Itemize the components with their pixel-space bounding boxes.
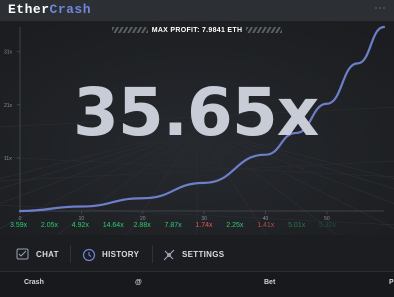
history-item[interactable]: 1.41x (257, 222, 274, 229)
history-item[interactable]: 3.59x (10, 222, 27, 229)
history-item[interactable]: 2.05x (41, 222, 58, 229)
history-item[interactable]: 2.25x (226, 222, 243, 229)
y-tick-label: 31x (4, 50, 13, 56)
history-item[interactable]: 14.64x (103, 222, 124, 229)
tab-chat-label: CHAT (36, 250, 59, 259)
y-tick-label: 11x (4, 156, 12, 162)
column-bet[interactable]: Bet (264, 279, 275, 286)
settings-icon (162, 248, 176, 262)
current-multiplier: 35.65x (73, 80, 318, 146)
clock-icon (82, 248, 96, 262)
logo-text-crash: Crash (50, 2, 92, 17)
menu-dots-icon[interactable] (368, 0, 394, 21)
tab-divider (152, 245, 153, 263)
max-profit-text: MAX PROFIT: 7.9841 ETH (152, 27, 243, 34)
max-profit-banner: MAX PROFIT: 7.9841 ETH (0, 27, 394, 34)
y-tick-label: 21x (4, 103, 13, 109)
history-item[interactable]: 2.88x (134, 222, 151, 229)
history-item[interactable]: 5.01x (288, 222, 305, 229)
tab-divider (70, 245, 71, 263)
column-crash[interactable]: Crash (24, 279, 44, 286)
bets-table-header: Crash @ Bet P (0, 271, 394, 297)
history-item[interactable]: 7.87x (165, 222, 182, 229)
recent-crashes-bar: 3.59x 2.05x 4.92x 14.64x 2.88x 7.87x 1.74x 2.25… (0, 222, 394, 234)
top-bar: EtherCrash (0, 0, 394, 21)
chat-icon (16, 248, 30, 262)
app-logo[interactable]: EtherCrash (8, 2, 91, 17)
history-item[interactable]: 5.32x (319, 222, 336, 229)
tab-settings-label: SETTINGS (182, 250, 224, 259)
tab-history-label: HISTORY (102, 250, 139, 259)
stripe-decoration-left (112, 27, 148, 33)
column-profit[interactable]: P (389, 279, 394, 286)
stripe-decoration-right (246, 27, 282, 33)
column-at[interactable]: @ (135, 279, 142, 286)
bottom-tabs: CHAT HISTORY SETTINGS (0, 237, 394, 271)
logo-text-ether: Ether (8, 2, 50, 17)
history-item[interactable]: 4.92x (72, 222, 89, 229)
history-item[interactable]: 1.74x (195, 222, 212, 229)
